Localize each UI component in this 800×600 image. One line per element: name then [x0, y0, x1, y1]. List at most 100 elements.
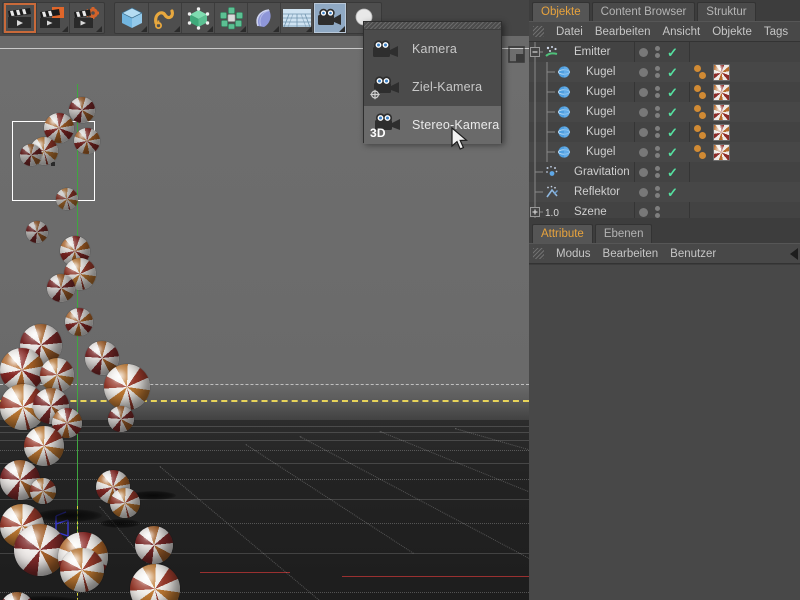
visibility-controls[interactable]: ✓: [639, 142, 689, 162]
render-visibility-dots[interactable]: [655, 146, 660, 158]
render-visibility-dots[interactable]: [655, 106, 660, 118]
beach-ball[interactable]: [24, 426, 64, 466]
panel-grip-icon[interactable]: [533, 26, 544, 37]
visibility-controls[interactable]: ✓: [639, 122, 689, 142]
object-row[interactable]: Kugel ✓: [529, 142, 800, 162]
beach-ball[interactable]: [30, 478, 56, 504]
tag-dot-icon[interactable]: [699, 151, 706, 159]
tag-dot-icon[interactable]: [694, 64, 701, 72]
beach-ball[interactable]: [60, 548, 104, 592]
enabled-check-icon[interactable]: ✓: [667, 146, 678, 159]
render-visibility-dots[interactable]: [655, 166, 660, 178]
material-thumbnail[interactable]: [713, 63, 730, 81]
material-thumbnail[interactable]: [713, 103, 730, 121]
tag-strip[interactable]: [694, 122, 730, 142]
enabled-check-icon[interactable]: ✓: [667, 86, 678, 99]
material-thumbnail[interactable]: [713, 143, 730, 161]
tab-attribute[interactable]: Attribute: [532, 224, 593, 243]
enabled-check-icon[interactable]: ✓: [667, 46, 678, 59]
tag-dot-icon[interactable]: [699, 71, 706, 79]
layout-panels-icon[interactable]: [508, 46, 525, 63]
beach-ball[interactable]: [20, 144, 42, 166]
editor-visibility-dot[interactable]: [639, 127, 648, 137]
beach-ball[interactable]: [74, 128, 100, 154]
render-visibility-dots[interactable]: [655, 126, 660, 138]
visibility-controls[interactable]: ✓: [639, 82, 689, 102]
render-region-button[interactable]: [37, 3, 70, 33]
object-tree[interactable]: Emitter ✓ Kugel ✓ Kugel ✓ Kugel ✓ Kugel ✓ Kugel ✓ Gr…: [529, 42, 800, 218]
beach-ball[interactable]: [104, 364, 150, 410]
tab-objekte[interactable]: Objekte: [532, 2, 590, 21]
tag-strip[interactable]: [694, 102, 730, 122]
material-thumbnail[interactable]: [713, 123, 730, 141]
object-row[interactable]: Reflektor ✓: [529, 182, 800, 202]
camera-dropdown-menu[interactable]: Kamera Ziel-Kamera 3D Stereo-Kamera: [363, 21, 502, 144]
tag-dot-icon[interactable]: [699, 131, 706, 139]
visibility-controls[interactable]: [639, 202, 689, 218]
render-visibility-dots[interactable]: [655, 86, 660, 98]
object-row[interactable]: 1.0 Szene: [529, 202, 800, 218]
editor-visibility-dot[interactable]: [639, 47, 648, 57]
beach-ball[interactable]: [135, 526, 173, 564]
editor-visibility-dot[interactable]: [639, 87, 648, 97]
object-row[interactable]: Kugel ✓: [529, 82, 800, 102]
panel-grip-icon[interactable]: [533, 248, 544, 259]
enabled-check-icon[interactable]: ✓: [667, 186, 678, 199]
material-thumbnail[interactable]: [713, 83, 730, 101]
editor-visibility-dot[interactable]: [639, 187, 648, 197]
render-view-button[interactable]: [4, 3, 37, 33]
collapse-arrow-icon[interactable]: [790, 247, 798, 260]
tag-dot-icon[interactable]: [699, 91, 706, 99]
object-row[interactable]: Kugel ✓: [529, 102, 800, 122]
add-cube-button[interactable]: [116, 3, 149, 33]
enabled-check-icon[interactable]: ✓: [667, 126, 678, 139]
menu-bearbeiten[interactable]: Bearbeiten: [603, 248, 659, 260]
menu-modus[interactable]: Modus: [556, 248, 591, 260]
beach-ball[interactable]: [47, 274, 75, 302]
tag-dot-icon[interactable]: [694, 84, 701, 92]
object-row[interactable]: Kugel ✓: [529, 122, 800, 142]
menu-item-stereo-kamera[interactable]: 3D Stereo-Kamera: [364, 106, 501, 144]
object-row[interactable]: Gravitation ✓: [529, 162, 800, 182]
editor-visibility-dot[interactable]: [639, 67, 648, 77]
visibility-controls[interactable]: ✓: [639, 182, 689, 202]
tab-content-browser[interactable]: Content Browser: [591, 2, 696, 21]
camera-button[interactable]: [314, 3, 347, 33]
render-visibility-dots[interactable]: [655, 66, 660, 78]
menu-ansicht[interactable]: Ansicht: [662, 26, 700, 38]
tag-strip[interactable]: [694, 142, 730, 162]
menu-item-ziel-kamera[interactable]: Ziel-Kamera: [364, 68, 501, 106]
tag-dot-icon[interactable]: [694, 124, 701, 132]
beach-ball[interactable]: [65, 308, 93, 336]
beach-ball[interactable]: [56, 188, 78, 210]
tag-dot-icon[interactable]: [699, 111, 706, 119]
menu-objekte[interactable]: Objekte: [712, 26, 752, 38]
menu-item-kamera[interactable]: Kamera: [364, 30, 501, 68]
tab-ebenen[interactable]: Ebenen: [594, 224, 653, 243]
beach-ball[interactable]: [26, 221, 48, 243]
add-spline-button[interactable]: [149, 3, 182, 33]
beach-ball[interactable]: [40, 358, 74, 392]
menu-tags[interactable]: Tags: [764, 26, 788, 38]
beach-ball[interactable]: [69, 97, 95, 123]
visibility-controls[interactable]: ✓: [639, 102, 689, 122]
enabled-check-icon[interactable]: ✓: [667, 66, 678, 79]
visibility-controls[interactable]: ✓: [639, 62, 689, 82]
tag-strip[interactable]: [694, 82, 730, 102]
editor-visibility-dot[interactable]: [639, 167, 648, 177]
menu-datei[interactable]: Datei: [556, 26, 583, 38]
menu-bearbeiten[interactable]: Bearbeiten: [595, 26, 651, 38]
object-row[interactable]: Kugel ✓: [529, 62, 800, 82]
hypernurbs-button[interactable]: [182, 3, 215, 33]
array-button[interactable]: [215, 3, 248, 33]
render-settings-button[interactable]: [70, 3, 103, 33]
visibility-controls[interactable]: ✓: [639, 162, 689, 182]
menu-benutzer[interactable]: Benutzer: [670, 248, 716, 260]
editor-visibility-dot[interactable]: [639, 147, 648, 157]
editor-visibility-dot[interactable]: [639, 207, 648, 217]
object-row[interactable]: Emitter ✓: [529, 42, 800, 62]
bend-deformer-button[interactable]: [248, 3, 281, 33]
render-visibility-dots[interactable]: [655, 186, 660, 198]
tag-dot-icon[interactable]: [694, 104, 701, 112]
tag-strip[interactable]: [694, 62, 730, 82]
